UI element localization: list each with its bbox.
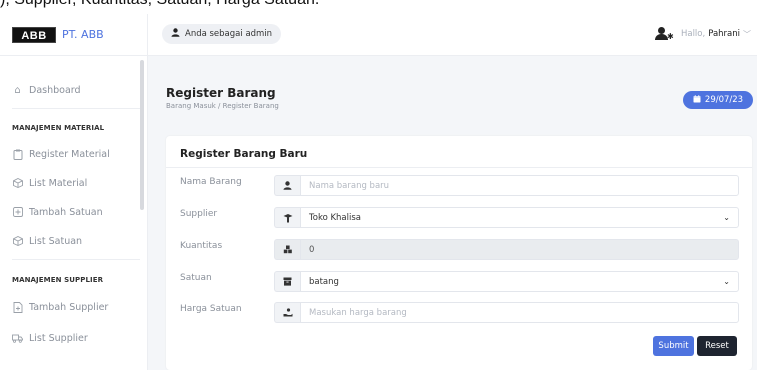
sidebar-item-label: List Satuan (29, 235, 83, 247)
nama-barang-input[interactable] (300, 175, 739, 196)
user-menu[interactable]: ✱ Hallo, Pahrani ﹀ (654, 27, 751, 41)
sidebar-item-dashboard[interactable]: ⌂ Dashboard (12, 82, 81, 98)
user-cog-icon: ✱ (654, 27, 675, 41)
sidebar-item-label: List Supplier (29, 332, 88, 344)
sidebar-item-register-material[interactable]: Register Material (12, 146, 110, 162)
sidebar-item-tambah-satuan[interactable]: Tambah Satuan (12, 204, 103, 220)
topbar: Anda sebagai admin ✱ Hallo, Pahrani ﹀ (148, 14, 757, 56)
chevron-down-icon: ﹀ (743, 29, 751, 39)
home-icon: ⌂ (14, 84, 21, 96)
reset-button[interactable]: Reset (697, 336, 737, 356)
truck-outline-icon (12, 333, 23, 344)
supplier-selected: Toko Khalisa (309, 212, 362, 223)
box-outline-icon (12, 178, 23, 189)
card-title: Register Barang Baru (180, 148, 308, 160)
box-icon (274, 271, 300, 292)
sidebar-item-label: List Material (29, 177, 88, 189)
page-title: Register Barang (166, 86, 276, 100)
sidebar-item-label: Tambah Supplier (29, 301, 109, 313)
cubes-icon (274, 239, 300, 260)
harga-satuan-input[interactable] (300, 302, 739, 323)
sidebar-item-tambah-supplier[interactable]: Tambah Supplier (12, 299, 108, 315)
sidebar: ABB PT. ABB (0, 14, 148, 370)
caption-strip: ), Supplier, Kuantitas, Satuan, Harga Sa… (0, 0, 757, 14)
admin-badge: Anda sebagai admin (162, 24, 282, 44)
kuantitas-label: Kuantitas (180, 241, 223, 251)
supplier-label: Supplier (180, 209, 218, 219)
money-hand-icon (274, 302, 300, 323)
brand-name: PT. ABB (62, 28, 104, 41)
chevron-down-icon: ⌄ (723, 277, 730, 286)
submit-button[interactable]: Submit (653, 336, 694, 356)
username: Pahrani (708, 29, 740, 39)
sidebar-item-list-supplier[interactable]: List Supplier (12, 330, 88, 346)
supplier-select[interactable]: Toko Khalisa ⌄ (300, 207, 739, 228)
chevron-down-icon: ⌄ (723, 213, 730, 222)
sidebar-divider (12, 108, 140, 109)
date-badge: 29/07/23 (683, 91, 753, 109)
calendar-icon (693, 95, 701, 105)
sidebar-section-material: MANAJEMEN MATERIAL (12, 124, 105, 132)
satuan-label: Satuan (180, 273, 212, 283)
sidebar-divider (12, 259, 140, 260)
user-icon (274, 175, 300, 196)
date-value: 29/07/23 (704, 95, 744, 105)
truck-icon (274, 207, 300, 228)
harga-satuan-label: Harga Satuan (180, 304, 242, 314)
nama-barang-label: Nama Barang (180, 177, 242, 187)
kuantitas-input[interactable] (300, 239, 739, 260)
brand[interactable]: ABB PT. ABB (0, 14, 148, 56)
sidebar-item-list-satuan[interactable]: List Satuan (12, 233, 82, 249)
breadcrumb: Barang Masuk / Register Barang (166, 102, 279, 110)
user-icon (171, 28, 180, 40)
greeting: Hallo, (680, 29, 706, 39)
sidebar-item-list-material[interactable]: List Material (12, 175, 87, 191)
admin-badge-label: Anda sebagai admin (185, 29, 273, 39)
sidebar-item-label: Dashboard (29, 84, 81, 96)
brand-logo: ABB (12, 27, 56, 43)
clipboard-icon (12, 149, 23, 160)
sidebar-scrollbar[interactable] (140, 60, 144, 210)
plus-square-icon (12, 207, 23, 218)
box-outline-icon (12, 236, 23, 247)
sidebar-item-label: Tambah Satuan (29, 206, 103, 218)
sidebar-item-label: Register Material (29, 148, 110, 160)
file-plus-icon (12, 301, 23, 313)
sidebar-section-supplier: MANAJEMEN SUPPLIER (12, 276, 104, 284)
satuan-select[interactable]: batang ⌄ (300, 271, 739, 292)
card-divider (166, 167, 752, 168)
caption-text: ), Supplier, Kuantitas, Satuan, Harga Sa… (0, 0, 319, 9)
satuan-selected: batang (309, 276, 339, 287)
